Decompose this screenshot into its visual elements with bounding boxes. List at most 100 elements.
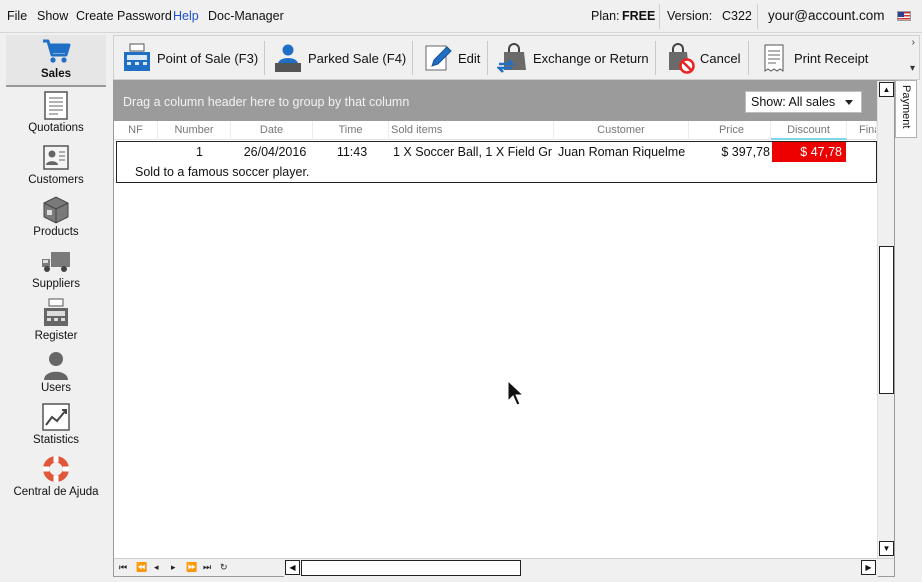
cancel-bag-icon [669,43,695,74]
cancel-label: Cancel [700,50,741,66]
column-header-row: NF Number Date Time Sold items Customer … [114,121,877,140]
receipt-icon [764,44,784,72]
column-header-number[interactable]: Number [158,121,231,140]
group-by-panel[interactable]: Drag a column header here to group by th… [114,81,877,121]
nav-refresh-icon[interactable]: ↻ [220,562,228,573]
scroll-right-button[interactable]: ▶ [861,560,876,575]
sidebar-item-label: Register [34,330,78,342]
column-header-nf[interactable]: NF [114,121,158,140]
cell-discount: $ 47,78 [772,142,846,162]
edit-button[interactable]: Edit [422,40,480,76]
chart-icon [42,403,70,431]
column-header-final[interactable]: Fina [847,121,877,140]
version-label: Version: [667,9,713,23]
group-by-hint: Drag a column header here to group by th… [123,95,410,109]
us-flag-icon[interactable] [897,11,911,21]
cell-customer: Juan Roman Riquelme [558,145,686,159]
column-header-price[interactable]: Price [689,121,771,140]
vertical-scrollbar[interactable]: ▲ ▼ [877,81,894,558]
menu-divider [659,4,660,29]
point-of-sale-button[interactable]: Point of Sale (F3) [121,40,258,76]
toolbar-divider [655,41,656,75]
cell-sold-items: 1 X Soccer Ball, 1 X Field Gr [393,145,553,159]
plan-value: FREE [622,9,656,23]
toolbar-divider [264,41,265,75]
register-icon [124,43,150,71]
exchange-or-return-button[interactable]: Exchange or Return [497,40,649,76]
scroll-left-button[interactable]: ◀ [285,560,300,575]
show-filter-select[interactable]: Show: All sales [745,91,862,113]
table-row[interactable]: 1 26/04/2016 11:43 1 X Soccer Ball, 1 X … [116,141,877,162]
parked-sale-label: Parked Sale (F4) [308,50,407,66]
menu-help[interactable]: Help [173,9,199,23]
nav-first-icon[interactable]: ⏮ [119,562,127,573]
parked-sale-button[interactable]: Parked Sale (F4) [272,40,406,76]
sidebar-item-central-de-ajuda[interactable]: Central de Ajuda [6,453,106,505]
cell-time: 11:43 [336,145,368,159]
menu-divider [757,4,758,29]
chevron-right-icon[interactable]: › [912,37,915,48]
truck-icon [42,252,70,272]
cell-date: 26/04/2016 [243,145,307,159]
menu-show[interactable]: Show [37,9,68,23]
column-header-date[interactable]: Date [231,121,313,140]
grid-navigator-bar: ⏮ ⏪ ◂ ▸ ⏩ ⏭ ↻ ◀ ▶ [114,558,894,577]
toolbar: Point of Sale (F3) Parked Sale (F4) Edit… [113,35,920,80]
nav-next-page-icon[interactable]: ⏩ [186,562,197,573]
sidebar-item-label: Customers [28,174,84,186]
horizontal-scroll-thumb[interactable] [301,560,521,576]
cart-icon [43,39,71,63]
column-header-discount[interactable]: Discount [771,121,847,140]
scroll-up-button[interactable]: ▲ [879,82,894,97]
mouse-cursor-icon [507,380,525,406]
edit-label: Edit [458,50,481,66]
sidebar-item-label: Statistics [32,434,79,446]
nav-next-icon[interactable]: ▸ [171,562,176,573]
print-receipt-label: Print Receipt [794,50,869,66]
sidebar-item-suppliers[interactable]: Suppliers [6,245,106,297]
sidebar-item-label: Suppliers [32,278,80,290]
sales-grid: Drag a column header here to group by th… [113,80,895,577]
chevron-down-icon[interactable]: ▾ [910,63,915,74]
cell-price: $ 397,78 [721,145,770,159]
sidebar-item-users[interactable]: Users [6,349,106,401]
user-icon [44,352,68,380]
version-value: C322 [722,9,752,23]
sidebar-item-products[interactable]: Products [6,193,106,245]
menu-create-password[interactable]: Create Password [76,9,172,23]
nav-prev-page-icon[interactable]: ⏪ [136,562,147,573]
document-icon [44,91,68,120]
sidebar-item-label: Quotations [28,122,84,134]
id-card-icon [43,145,69,170]
sidebar-item-label: Sales [40,68,72,80]
nav-last-icon[interactable]: ⏭ [203,562,211,573]
register-icon [44,298,68,326]
sidebar-item-label: Central de Ajuda [13,486,99,498]
sidebar-item-quotations[interactable]: Quotations [6,89,106,141]
show-filter-value: Show: All sales [751,95,836,109]
sidebar-item-label: Products [33,226,79,238]
menu-file[interactable]: File [7,9,27,23]
sidebar-item-label: Users [40,382,72,394]
sidebar-item-statistics[interactable]: Statistics [6,401,106,453]
vertical-scroll-thumb[interactable] [879,246,894,394]
print-receipt-button[interactable]: Print Receipt [758,40,868,76]
sidebar-item-customers[interactable]: Customers [6,141,106,193]
column-header-sold-items[interactable]: Sold items [389,121,554,140]
horizontal-scrollbar[interactable]: ◀ ▶ [284,559,878,577]
payment-side-tab[interactable]: Payment [895,80,917,138]
column-header-customer[interactable]: Customer [554,121,689,140]
sidebar-item-register[interactable]: Register [6,297,106,349]
account-email[interactable]: your@account.com [768,8,885,23]
row-note: Sold to a famous soccer player. [116,162,877,183]
cancel-button[interactable]: Cancel [664,40,740,76]
sidebar: Sales Quotations Customers Products Supp… [0,33,112,582]
menu-doc-manager[interactable]: Doc-Manager [208,9,284,23]
column-header-time[interactable]: Time [313,121,389,140]
toolbar-divider [487,41,488,75]
sidebar-item-sales[interactable]: Sales [6,35,106,87]
nav-prev-icon[interactable]: ◂ [154,562,159,573]
payment-tab-label: Payment [900,85,912,129]
toolbar-divider [748,41,749,75]
scroll-down-button[interactable]: ▼ [879,541,894,556]
